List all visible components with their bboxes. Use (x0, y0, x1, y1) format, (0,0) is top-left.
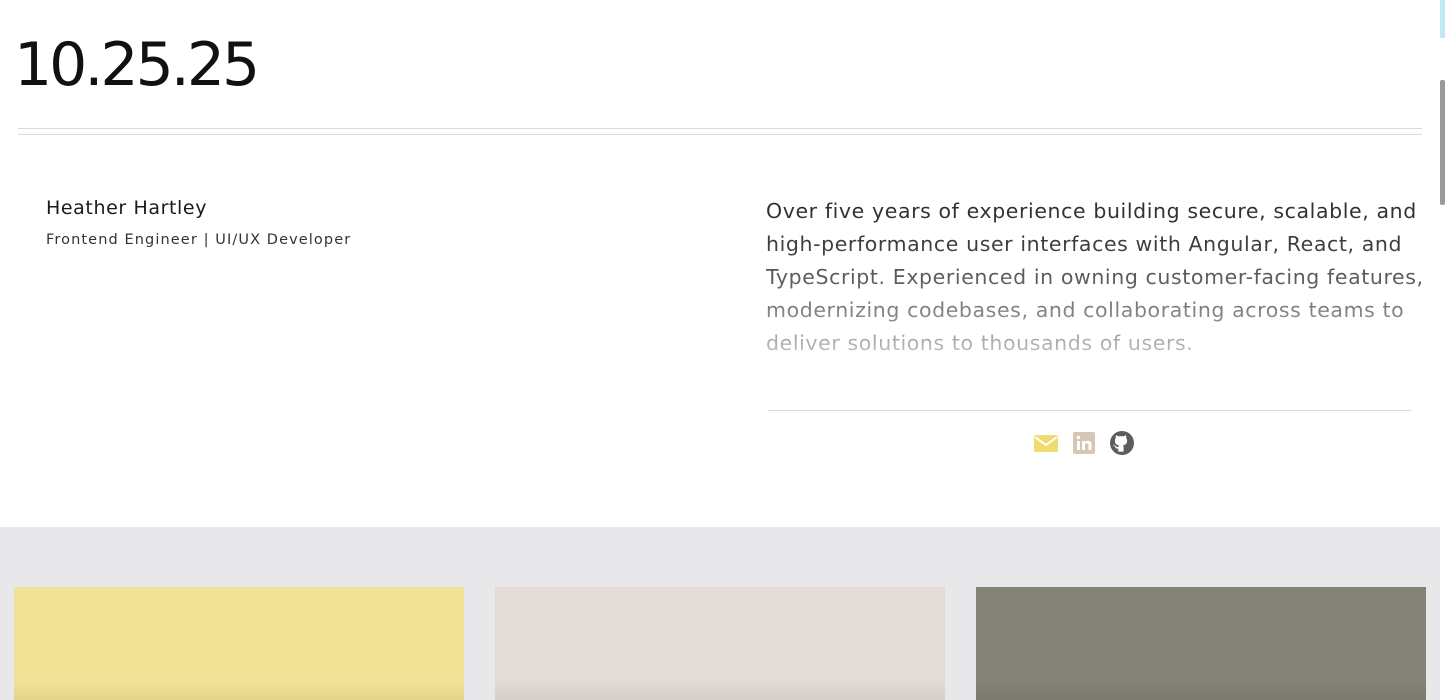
social-links (1033, 430, 1135, 456)
scrollbar-corner (1440, 0, 1445, 38)
card-shadow (495, 680, 945, 700)
github-icon (1110, 431, 1134, 455)
profile-name: Heather Hartley (46, 197, 208, 219)
date-heading: 10.25.25 (14, 30, 260, 100)
linkedin-link[interactable] (1071, 430, 1097, 456)
projects-section (0, 527, 1445, 700)
scrollbar-thumb[interactable] (1440, 80, 1445, 205)
profile-role: Frontend Engineer | UI/UX Developer (46, 232, 352, 248)
linkedin-icon (1073, 432, 1095, 454)
bio-divider (768, 410, 1411, 411)
header-divider-top (18, 128, 1422, 129)
envelope-icon (1034, 435, 1058, 452)
project-card-3[interactable] (976, 587, 1426, 700)
profile-bio: Over five years of experience building s… (766, 195, 1426, 360)
header-divider-bottom (18, 134, 1422, 135)
project-card-2[interactable] (495, 587, 945, 700)
card-shadow (14, 680, 464, 700)
github-link[interactable] (1109, 430, 1135, 456)
card-shadow (976, 680, 1426, 700)
email-link[interactable] (1033, 430, 1059, 456)
page: 10.25.25 Heather Hartley Frontend Engine… (0, 0, 1445, 700)
project-card-1[interactable] (14, 587, 464, 700)
